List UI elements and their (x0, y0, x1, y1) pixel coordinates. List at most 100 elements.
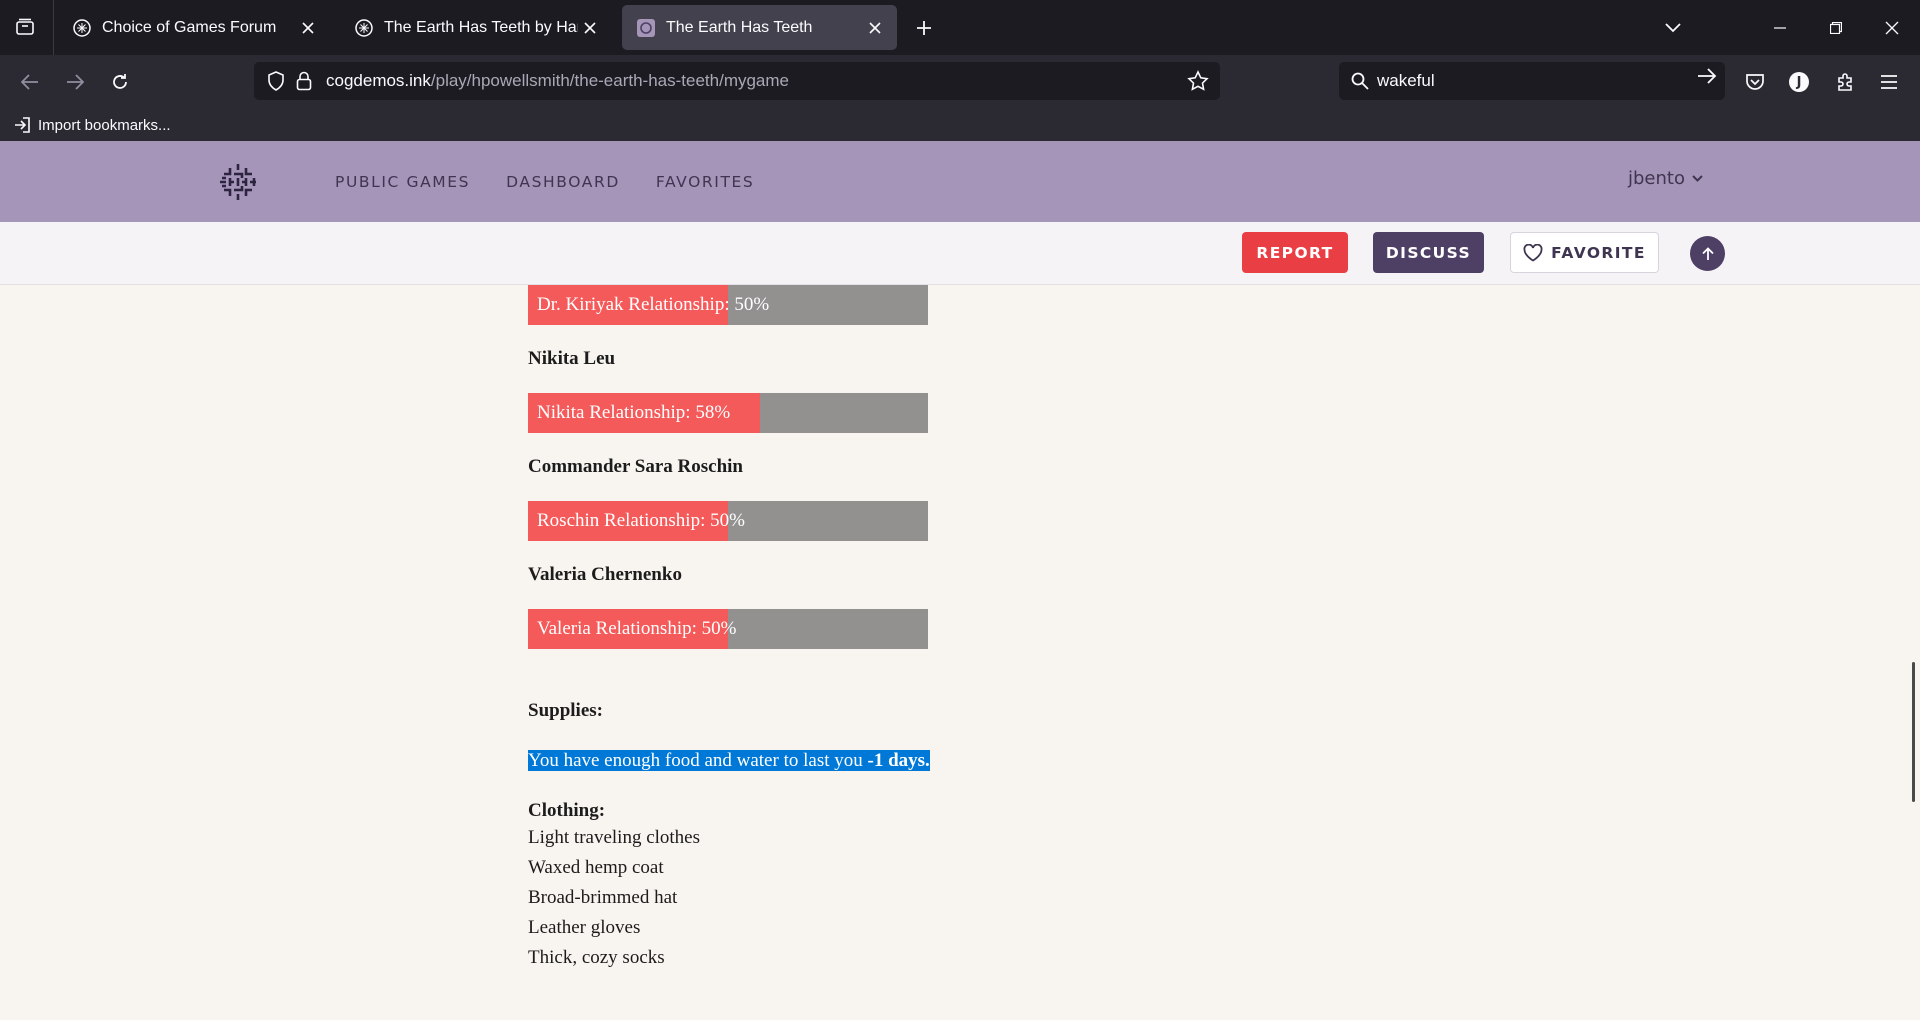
window-controls (1752, 0, 1920, 55)
url-path: /play/hpowellsmith/the-earth-has-teeth/m… (430, 71, 790, 90)
lock-icon[interactable] (290, 67, 318, 95)
url-domain: cogdemos.ink (326, 71, 431, 90)
tab-close-button[interactable] (863, 16, 887, 40)
arrow-right-icon (67, 74, 84, 90)
favorite-button[interactable]: FAVORITE (1510, 232, 1659, 273)
close-icon (302, 21, 314, 34)
menu-button[interactable] (1872, 65, 1906, 99)
chevron-down-icon (1692, 174, 1703, 182)
relationship-label: Valeria Relationship: 50% (537, 618, 737, 639)
list-all-tabs-button[interactable] (1658, 13, 1688, 43)
character-name-nikita: Nikita Leu (528, 348, 616, 369)
stats-content: Dr. Kiriyak Relationship: 50% Nikita Leu… (528, 285, 1228, 973)
dashingdon-favicon-icon (637, 18, 655, 37)
scroll-to-top-button[interactable] (1690, 236, 1725, 271)
relationship-bar-kiriyak: Dr. Kiriyak Relationship: 50% (528, 285, 928, 325)
plus-icon (917, 21, 931, 35)
new-tab-button[interactable] (909, 13, 939, 43)
supplies-text: You have enough food and water to last y… (528, 749, 1228, 773)
arrow-up-icon (1701, 246, 1714, 260)
supplies-heading: Supplies: (528, 700, 603, 721)
heart-icon (1523, 243, 1543, 262)
tab-list-button[interactable] (10, 12, 40, 42)
extensions-button[interactable] (1828, 65, 1862, 99)
tab-bar: Choice of Games Forum The Earth Has Teet… (0, 0, 1920, 55)
relationship-label: Dr. Kiriyak Relationship: 50% (537, 294, 770, 315)
selected-text: You have enough food and water to last y… (528, 750, 930, 771)
tab-title: Choice of Games Forum (102, 18, 277, 36)
import-bookmarks-link[interactable]: Import bookmarks... (14, 113, 171, 137)
url-bar[interactable]: cogdemos.ink/play/hpowellsmith/the-earth… (254, 62, 1220, 100)
site-logo[interactable] (217, 161, 259, 203)
site-header: PUBLIC GAMES DASHBOARD FAVORITES jbento (0, 141, 1920, 222)
site-navigation: PUBLIC GAMES DASHBOARD FAVORITES (335, 141, 790, 222)
shield-icon (268, 71, 284, 91)
pocket-button[interactable] (1738, 65, 1772, 99)
nav-favorites[interactable]: FAVORITES (656, 173, 754, 191)
account-avatar-icon: J (1789, 72, 1809, 92)
restore-button[interactable] (1808, 0, 1864, 55)
padlock-icon (296, 71, 312, 91)
report-button[interactable]: REPORT (1242, 232, 1348, 273)
folder-tabs-icon (16, 18, 34, 35)
clothing-item: Leather gloves (528, 917, 641, 938)
tab-close-button[interactable] (296, 16, 320, 40)
close-icon (584, 21, 596, 34)
nav-public-games[interactable]: PUBLIC GAMES (335, 173, 470, 191)
navigation-toolbar: cogdemos.ink/play/hpowellsmith/the-earth… (0, 55, 1920, 108)
supplies-description: You have enough food and water to last y… (528, 750, 868, 771)
search-go-button[interactable] (1697, 67, 1717, 85)
arrow-right-icon (1698, 68, 1717, 84)
username: jbento (1628, 168, 1685, 189)
bookmark-label: Import bookmarks... (38, 116, 171, 134)
clothing-item: Light traveling clothes (528, 827, 701, 848)
tab-story-page[interactable]: The Earth Has Teeth by Harris Powell-Smi… (340, 5, 612, 50)
search-input[interactable]: wakeful (1377, 71, 1435, 91)
url-text: cogdemos.ink/play/hpowellsmith/the-earth… (326, 71, 789, 91)
discuss-button[interactable]: DISCUSS (1373, 232, 1484, 273)
relationship-bar-nikita: Nikita Relationship: 58% (528, 393, 928, 433)
chevron-down-icon (1665, 23, 1681, 33)
close-window-button[interactable] (1864, 0, 1920, 55)
tab-game-active[interactable]: The Earth Has Teeth (622, 5, 897, 50)
relationship-label: Roschin Relationship: 50% (537, 510, 745, 531)
search-icon (1351, 72, 1369, 90)
reload-button[interactable] (103, 65, 137, 99)
tab-title: The Earth Has Teeth by Harris Powell-Smi… (384, 18, 578, 36)
cog-favicon-icon (355, 18, 373, 37)
import-icon (15, 117, 30, 133)
pocket-icon (1746, 74, 1764, 90)
nav-dashboard[interactable]: DASHBOARD (506, 173, 620, 191)
bookmarks-toolbar: Import bookmarks... (0, 108, 1920, 141)
close-icon (1885, 21, 1899, 34)
search-bar[interactable]: wakeful (1339, 62, 1725, 100)
clothing-heading: Clothing: (528, 800, 606, 821)
puzzle-icon (1838, 73, 1852, 91)
arrow-left-icon (21, 74, 38, 90)
user-menu[interactable]: jbento (1628, 168, 1703, 189)
minimize-icon (1774, 26, 1786, 29)
tab-close-button[interactable] (578, 16, 602, 40)
cog-favicon-icon (73, 18, 91, 37)
forward-button[interactable] (58, 65, 92, 99)
clothing-item: Thick, cozy socks (528, 947, 665, 968)
relationship-bar-roschin: Roschin Relationship: 50% (528, 501, 928, 541)
restore-icon (1830, 21, 1842, 34)
back-button[interactable] (13, 65, 47, 99)
tab-separator (53, 0, 54, 55)
relationship-bar-valeria: Valeria Relationship: 50% (528, 609, 928, 649)
tab-title: The Earth Has Teeth (666, 18, 813, 36)
close-icon (869, 21, 881, 34)
clothing-item: Waxed hemp coat (528, 857, 664, 878)
account-button[interactable]: J (1782, 65, 1816, 99)
game-action-bar: REPORT DISCUSS FAVORITE (0, 222, 1920, 285)
minimize-button[interactable] (1752, 0, 1808, 55)
reload-icon (113, 74, 127, 89)
star-icon (1187, 70, 1209, 91)
hamburger-menu-icon (1881, 75, 1897, 89)
page-scrollbar[interactable] (1912, 662, 1915, 802)
clothing-list: Light traveling clothes Waxed hemp coat … (528, 823, 1228, 973)
tracking-shield-icon[interactable] (262, 67, 290, 95)
bookmark-star-button[interactable] (1184, 67, 1212, 95)
tab-forum[interactable]: Choice of Games Forum (58, 5, 330, 50)
